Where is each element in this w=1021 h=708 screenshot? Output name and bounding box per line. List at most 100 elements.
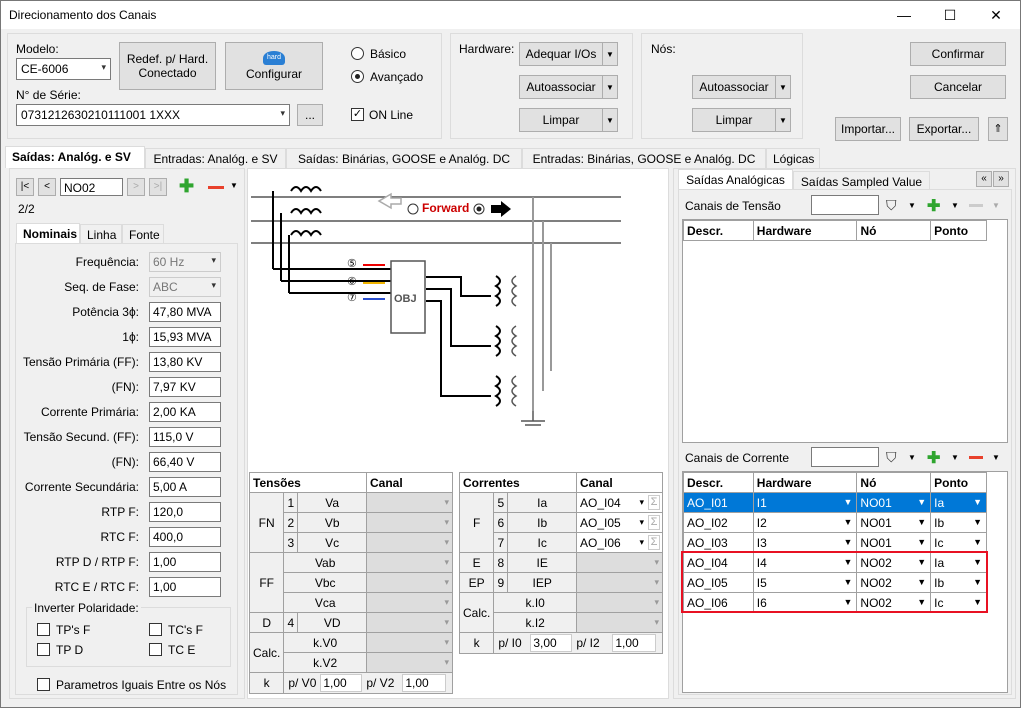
- first-node-button[interactable]: |<: [16, 178, 34, 196]
- subtab-linha[interactable]: Linha: [80, 224, 122, 243]
- canal-select[interactable]: ▾: [576, 552, 663, 573]
- scroll-left-icon[interactable]: «: [976, 171, 992, 187]
- add-node-icon[interactable]: ✚: [179, 177, 194, 195]
- sum-icon[interactable]: Σ: [648, 535, 660, 550]
- filter-dropdown-icon[interactable]: ▼: [908, 453, 916, 462]
- tcf-checkbox[interactable]: [149, 623, 162, 636]
- modelo-select[interactable]: CE-6006 ▾: [16, 58, 111, 80]
- canal-select[interactable]: AO_I04 ▾ Σ: [576, 492, 663, 513]
- tab-saidas-analogicas[interactable]: Saídas Analógicas: [678, 169, 793, 189]
- corrente-filter-input[interactable]: [811, 447, 879, 467]
- maximize-button[interactable]: ☐: [927, 1, 973, 29]
- param-input[interactable]: 115,0 V: [149, 427, 221, 447]
- add-corrente-icon[interactable]: ✚: [927, 448, 940, 468]
- autoassociar-button[interactable]: Autoassociar: [519, 75, 603, 99]
- tab-saidas-binarias[interactable]: Saídas: Binárias, GOOSE e Analóg. DC: [286, 148, 522, 168]
- nos-limpar-button[interactable]: Limpar: [692, 108, 776, 132]
- ponto-select[interactable]: Ic ▼: [930, 532, 987, 553]
- next-node-button[interactable]: >: [127, 178, 145, 196]
- column-header[interactable]: Ponto: [930, 472, 987, 493]
- scroll-right-icon[interactable]: »: [993, 171, 1009, 187]
- filter-icon[interactable]: ⛉: [886, 197, 897, 214]
- add-tensao-icon[interactable]: ✚: [927, 196, 940, 216]
- configurar-button[interactable]: hard Configurar: [225, 42, 323, 90]
- prev-node-button[interactable]: <: [38, 178, 56, 196]
- param-input[interactable]: 2,00 KA: [149, 402, 221, 422]
- column-header[interactable]: Hardware: [752, 472, 858, 493]
- node-select[interactable]: NO01 ▼: [856, 492, 932, 513]
- adequar-dropdown-icon[interactable]: ▼: [602, 42, 618, 66]
- param-select[interactable]: 60 Hz ▾: [149, 252, 221, 272]
- param-input[interactable]: 1,00: [149, 577, 221, 597]
- table-row[interactable]: AO_I01 I1 ▼ NO01 ▼ Ia ▼: [683, 492, 987, 513]
- importar-button[interactable]: Importar...: [835, 117, 901, 141]
- canal-select[interactable]: AO_I06 ▾ Σ: [576, 532, 663, 553]
- hardware-select[interactable]: I1 ▼: [752, 492, 858, 513]
- filter-dropdown-icon[interactable]: ▼: [908, 201, 916, 210]
- canal-select[interactable]: ▾: [366, 572, 453, 593]
- param-select[interactable]: ABC ▾: [149, 277, 221, 297]
- canal-select[interactable]: ▾: [366, 532, 453, 553]
- filter-icon[interactable]: ⛉: [886, 449, 897, 466]
- param-input[interactable]: 13,80 KV: [149, 352, 221, 372]
- pv2-input[interactable]: 1,00: [402, 674, 447, 692]
- tab-entradas-binarias[interactable]: Entradas: Binárias, GOOSE e Analóg. DC: [522, 148, 766, 168]
- param-input[interactable]: 7,97 KV: [149, 377, 221, 397]
- table-row[interactable]: AO_I03 I3 ▼ NO01 ▼ Ic ▼: [683, 532, 987, 553]
- column-header[interactable]: Nó: [856, 472, 932, 493]
- online-checkbox[interactable]: ✓: [351, 108, 364, 121]
- remove-dropdown-icon[interactable]: ▼: [992, 201, 1000, 210]
- avancado-radio[interactable]: [351, 70, 364, 83]
- node-select[interactable]: NO01 ▼: [856, 532, 932, 553]
- canal-select[interactable]: AO_I05 ▾ Σ: [576, 512, 663, 533]
- remove-dropdown-icon[interactable]: ▼: [992, 453, 1000, 462]
- ponto-select[interactable]: Ia ▼: [930, 492, 987, 513]
- remove-node-icon[interactable]: [208, 186, 224, 189]
- nos-limpar-dropdown-icon[interactable]: ▼: [775, 108, 791, 132]
- canal-select[interactable]: ▾: [366, 492, 453, 513]
- hardware-select[interactable]: I2 ▼: [752, 512, 858, 533]
- hardware-select[interactable]: I3 ▼: [752, 532, 858, 553]
- confirmar-button[interactable]: Confirmar: [910, 42, 1006, 66]
- tab-logicas[interactable]: Lógicas: [766, 148, 820, 168]
- pv0-input[interactable]: 1,00: [320, 674, 363, 692]
- param-input[interactable]: 1,00: [149, 552, 221, 572]
- autoassociar-dropdown-icon[interactable]: ▼: [602, 75, 618, 99]
- remove-dropdown-icon[interactable]: ▼: [230, 181, 238, 190]
- table-row[interactable]: AO_I02 I2 ▼ NO01 ▼ Ib ▼: [683, 512, 987, 533]
- serie-select[interactable]: 0731212630210111001 1XXX ▾: [16, 104, 290, 126]
- tab-saidas-analog[interactable]: Saídas: Analóg. e SV: [5, 146, 145, 168]
- column-header[interactable]: Descr.: [683, 220, 754, 241]
- canal-select[interactable]: ▾: [576, 612, 663, 633]
- canal-select[interactable]: ▾: [366, 512, 453, 533]
- column-header[interactable]: Hardware: [752, 220, 858, 241]
- limpar-button[interactable]: Limpar: [519, 108, 603, 132]
- add-dropdown-icon[interactable]: ▼: [951, 453, 959, 462]
- nos-autoassociar-dropdown-icon[interactable]: ▼: [775, 75, 791, 99]
- tab-saidas-sv[interactable]: Saídas Sampled Value: [793, 171, 930, 189]
- canal-select[interactable]: ▾: [576, 572, 663, 593]
- canal-select[interactable]: ▾: [576, 592, 663, 613]
- param-input[interactable]: 400,0: [149, 527, 221, 547]
- canal-select[interactable]: ▾: [366, 652, 453, 673]
- redef-button[interactable]: Redef. p/ Hard. Conectado: [119, 42, 216, 90]
- canal-select[interactable]: ▾: [366, 552, 453, 573]
- add-dropdown-icon[interactable]: ▼: [951, 201, 959, 210]
- remove-corrente-icon[interactable]: [969, 456, 983, 459]
- param-input[interactable]: 66,40 V: [149, 452, 221, 472]
- subtab-fonte[interactable]: Fonte: [122, 224, 164, 243]
- column-header[interactable]: Descr.: [683, 472, 754, 493]
- ponto-select[interactable]: Ib ▼: [930, 512, 987, 533]
- tce-checkbox[interactable]: [149, 643, 162, 656]
- limpar-dropdown-icon[interactable]: ▼: [602, 108, 618, 132]
- adequar-button[interactable]: Adequar I/Os: [519, 42, 603, 66]
- canal-select[interactable]: ▾: [366, 592, 453, 613]
- remove-tensao-icon[interactable]: [969, 204, 983, 207]
- cancelar-button[interactable]: Cancelar: [910, 75, 1006, 99]
- tpd-checkbox[interactable]: [37, 643, 50, 656]
- pi2-input[interactable]: 1,00: [612, 634, 657, 652]
- param-input[interactable]: 15,93 MVA: [149, 327, 221, 347]
- param-input[interactable]: 47,80 MVA: [149, 302, 221, 322]
- subtab-nominais[interactable]: Nominais: [16, 223, 80, 244]
- serie-browse-button[interactable]: ...: [297, 104, 323, 126]
